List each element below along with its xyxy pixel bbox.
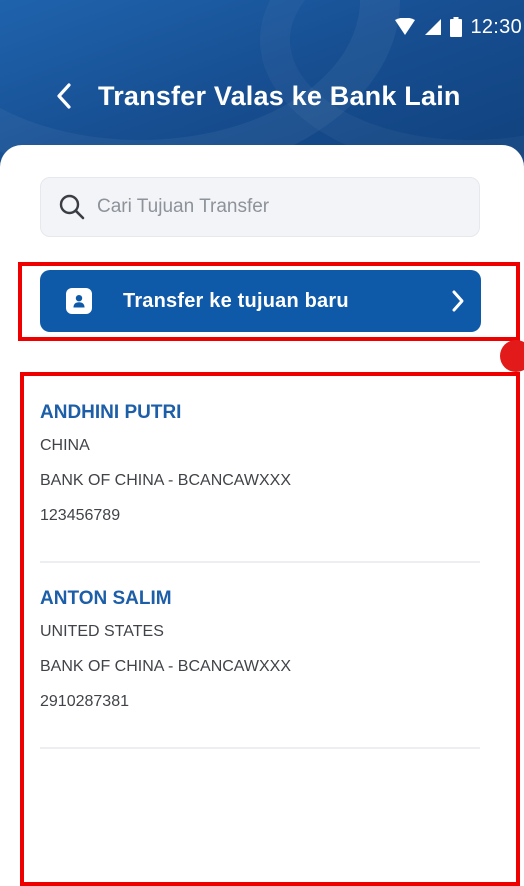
contact-bank: BANK OF CHINA - BCANCAWXXX (40, 472, 291, 489)
annotation-badge (500, 340, 524, 372)
contact-list: ANDHINI PUTRI CHINA BANK OF CHINA - BCAN… (40, 377, 480, 749)
page-title: Transfer Valas ke Bank Lain (98, 80, 461, 111)
search-box[interactable] (40, 177, 480, 237)
contact-country: UNITED STATES (40, 623, 164, 640)
contact-name: ANTON SALIM (40, 588, 172, 609)
contact-account: 2910287381 (40, 693, 129, 710)
search-input[interactable] (97, 196, 457, 218)
screen: 12:30 Transfer Valas ke Bank Lain Cari T… (0, 0, 524, 886)
contact-item[interactable]: ANTON SALIM UNITED STATES BANK OF CHINA … (40, 563, 480, 749)
chevron-right-icon (452, 290, 464, 312)
signal-icon (425, 19, 442, 35)
search-icon (59, 194, 85, 220)
battery-icon (450, 17, 463, 37)
contact-bank: BANK OF CHINA - BCANCAWXXX (40, 658, 291, 675)
wifi-icon (395, 18, 416, 35)
contact-name: ANDHINI PUTRI (40, 402, 182, 423)
status-time: 12:30 (470, 15, 522, 38)
person-icon (66, 288, 92, 314)
contact-account: 123456789 (40, 507, 121, 524)
new-transfer-button[interactable]: Transfer ke tujuan baru (40, 270, 481, 332)
back-button[interactable] (34, 66, 94, 126)
contact-country: CHINA (40, 437, 90, 454)
chevron-left-icon (57, 83, 71, 109)
content-panel: Transfer ke tujuan baru ANDHINI PUTRI CH… (0, 145, 524, 886)
app-bar: Transfer Valas ke Bank Lain (0, 60, 524, 132)
contact-item[interactable]: ANDHINI PUTRI CHINA BANK OF CHINA - BCAN… (40, 377, 480, 563)
status-bar: 12:30 (324, 0, 524, 54)
new-transfer-label: Transfer ke tujuan baru (123, 289, 349, 312)
